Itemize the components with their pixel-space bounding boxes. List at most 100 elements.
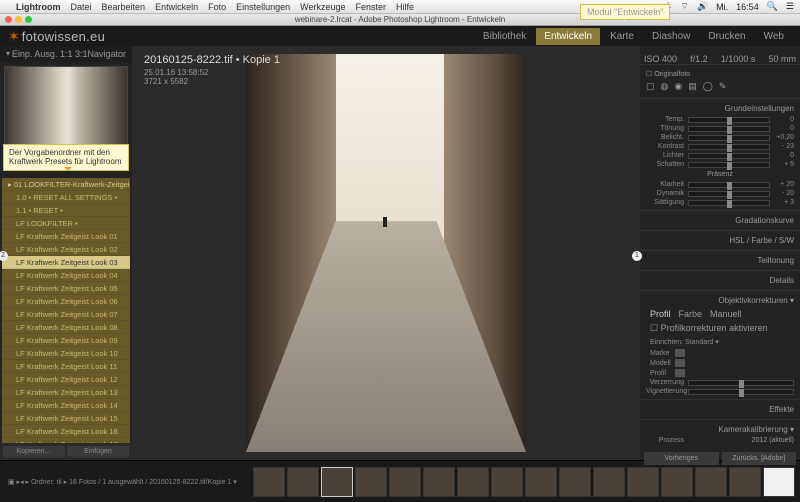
left-panel: ▾ Navigator Einp. Ausg. 1:1 3:1 Der Vorg… bbox=[0, 46, 132, 460]
minimize-icon[interactable] bbox=[15, 16, 22, 23]
preset-item[interactable]: LF Kraftwerk Zeitgeist Look 13 bbox=[2, 386, 130, 399]
filmstrip-thumb[interactable] bbox=[355, 467, 387, 497]
preset-item[interactable]: LF Kraftwerk Zeitgeist Look 04 bbox=[2, 269, 130, 282]
notif-icon[interactable]: ☰ bbox=[786, 1, 794, 12]
filmstrip-thumb[interactable] bbox=[457, 467, 489, 497]
redeye-tool-icon[interactable]: ◉ bbox=[674, 81, 682, 92]
reset-button[interactable]: Zurücks. [Adobe] bbox=[722, 452, 797, 465]
image-date: 25.01.16 13:58:52 bbox=[144, 68, 280, 77]
preset-item[interactable]: LF Kraftwerk Zeitgeist Look 14 bbox=[2, 399, 130, 412]
preset-item[interactable]: 1.1 • RESET • bbox=[2, 204, 130, 217]
menu-photo[interactable]: Foto bbox=[208, 2, 226, 12]
menu-tools[interactable]: Werkzeuge bbox=[300, 2, 345, 12]
module-print[interactable]: Drucken bbox=[700, 28, 753, 45]
crop-tool-icon[interactable]: ▢ bbox=[646, 81, 655, 92]
effects-panel[interactable]: Effekte bbox=[646, 403, 794, 416]
split-panel[interactable]: Teiltonung bbox=[646, 254, 794, 267]
filmstrip-thumb[interactable] bbox=[423, 467, 455, 497]
module-map[interactable]: Karte bbox=[602, 28, 642, 45]
gradient-tool-icon[interactable]: ▤ bbox=[688, 81, 697, 92]
clock-day: Mi. bbox=[716, 2, 728, 12]
filmstrip-thumb[interactable] bbox=[763, 467, 795, 497]
module-picker: Bibliothek Entwickeln Karte Diashow Druc… bbox=[475, 28, 792, 45]
filmstrip-thumb[interactable] bbox=[695, 467, 727, 497]
filmstrip-thumb[interactable] bbox=[593, 467, 625, 497]
menu-help[interactable]: Hilfe bbox=[396, 2, 414, 12]
preset-item[interactable]: LF Kraftwerk Zeitgeist Look 06 bbox=[2, 295, 130, 308]
preset-item[interactable]: LF Kraftwerk Zeitgeist Look 03 bbox=[2, 256, 130, 269]
slider[interactable] bbox=[688, 117, 770, 123]
preset-item[interactable]: LF Kraftwerk Zeitgeist Look 08 bbox=[2, 321, 130, 334]
module-slideshow[interactable]: Diashow bbox=[644, 28, 698, 45]
menu-settings[interactable]: Einstellungen bbox=[236, 2, 290, 12]
brush-tool-icon[interactable]: ✎ bbox=[719, 81, 727, 92]
tonecurve-panel[interactable]: Gradationskurve bbox=[646, 214, 794, 227]
paste-button[interactable]: Einfügen bbox=[67, 446, 129, 457]
close-icon[interactable] bbox=[5, 16, 12, 23]
filmstrip: ▣ ▸◂ ▸ Ordner: til ▸ 16 Fotos / 1 ausgew… bbox=[0, 460, 800, 502]
filmstrip-thumb[interactable] bbox=[525, 467, 557, 497]
slider[interactable] bbox=[688, 126, 770, 132]
slider[interactable] bbox=[688, 153, 770, 159]
window-titlebar: webinare-2.lrcat - Adobe Photoshop Light… bbox=[0, 14, 800, 26]
preset-item[interactable]: LF Kraftwerk Zeitgeist Look 15 bbox=[2, 412, 130, 425]
module-develop[interactable]: Entwickeln bbox=[536, 28, 600, 45]
filmstrip-info[interactable]: ▣ ▸◂ ▸ Ordner: til ▸ 16 Fotos / 1 ausgew… bbox=[4, 478, 241, 486]
spot-tool-icon[interactable]: ◍ bbox=[661, 81, 669, 92]
filmstrip-thumb[interactable] bbox=[253, 467, 285, 497]
navigator-preview[interactable]: Der Vorgabenordner mit den Kraftwerk Pre… bbox=[4, 66, 128, 170]
slider[interactable] bbox=[688, 191, 770, 197]
preset-item[interactable]: LF Kraftwerk Zeitgeist Look 11 bbox=[2, 360, 130, 373]
preset-item[interactable]: LF Kraftwerk Zeitgeist Look 02 bbox=[2, 243, 130, 256]
menu-app[interactable]: Lightroom bbox=[16, 2, 61, 12]
navigator-zoom[interactable]: Einp. Ausg. 1:1 3:1 bbox=[12, 49, 88, 59]
canvas[interactable]: 20160125-8222.tif • Kopie 1 25.01.16 13:… bbox=[132, 46, 640, 460]
slider[interactable] bbox=[688, 135, 770, 141]
slider[interactable] bbox=[688, 182, 770, 188]
previous-button[interactable]: Vorheriges bbox=[644, 452, 719, 465]
brand-name: fotowissen.eu bbox=[22, 29, 105, 44]
preset-item[interactable]: LF LOOKFILTER • bbox=[2, 217, 130, 230]
original-checkbox[interactable]: ☐ bbox=[646, 71, 654, 78]
vignette-slider[interactable] bbox=[688, 389, 794, 395]
bt-icon[interactable]: ⌔ bbox=[680, 1, 688, 12]
menu-file[interactable]: Datei bbox=[71, 2, 92, 12]
filmstrip-thumb[interactable] bbox=[559, 467, 591, 497]
filmstrip-thumb[interactable] bbox=[491, 467, 523, 497]
preset-item[interactable]: LF Kraftwerk Zeitgeist Look 12 bbox=[2, 373, 130, 386]
slider[interactable] bbox=[688, 162, 770, 168]
menu-edit[interactable]: Bearbeiten bbox=[102, 2, 146, 12]
navigator-header[interactable]: ▾ Navigator Einp. Ausg. 1:1 3:1 bbox=[0, 46, 132, 62]
filmstrip-thumb[interactable] bbox=[627, 467, 659, 497]
menu-window[interactable]: Fenster bbox=[356, 2, 387, 12]
maximize-icon[interactable] bbox=[25, 16, 32, 23]
preset-item[interactable]: LF Kraftwerk Zeitgeist Look 07 bbox=[2, 308, 130, 321]
menu-develop[interactable]: Entwickeln bbox=[155, 2, 198, 12]
radial-tool-icon[interactable]: ◯ bbox=[703, 81, 713, 92]
preset-item[interactable]: LF Kraftwerk Zeitgeist Look 05 bbox=[2, 282, 130, 295]
mac-menubar: Lightroom Datei Bearbeiten Entwickeln Fo… bbox=[0, 0, 800, 14]
filmstrip-thumb[interactable] bbox=[389, 467, 421, 497]
slider[interactable] bbox=[688, 200, 770, 206]
lens-enable-checkbox[interactable]: ☐ bbox=[650, 323, 661, 333]
volume-icon[interactable]: 🔊 bbox=[697, 1, 708, 12]
preset-item[interactable]: ▸ 01 LOOKFILTER-Kraftwerk-Zeitgeist bbox=[2, 178, 130, 191]
filmstrip-thumb[interactable] bbox=[661, 467, 693, 497]
module-web[interactable]: Web bbox=[756, 28, 792, 45]
copy-button[interactable]: Kopieren… bbox=[3, 446, 65, 457]
preset-item[interactable]: 1.0 • RESET ALL SETTINGS • bbox=[2, 191, 130, 204]
distortion-slider[interactable] bbox=[688, 380, 794, 386]
slider[interactable] bbox=[688, 144, 770, 150]
filmstrip-thumb[interactable] bbox=[321, 467, 353, 497]
detail-panel[interactable]: Details bbox=[646, 274, 794, 287]
basic-title[interactable]: Grundeinstellungen bbox=[646, 102, 794, 115]
filmstrip-thumb[interactable] bbox=[287, 467, 319, 497]
preset-item[interactable]: LF Kraftwerk Zeitgeist Look 01 bbox=[2, 230, 130, 243]
spotlight-icon[interactable]: 🔍 bbox=[767, 1, 778, 12]
filmstrip-thumb[interactable] bbox=[729, 467, 761, 497]
module-library[interactable]: Bibliothek bbox=[475, 28, 534, 45]
preset-item[interactable]: LF Kraftwerk Zeitgeist Look 09 bbox=[2, 334, 130, 347]
preset-item[interactable]: LF Kraftwerk Zeitgeist Look 10 bbox=[2, 347, 130, 360]
hsl-panel[interactable]: HSL / Farbe / S/W bbox=[646, 234, 794, 247]
preset-item[interactable]: LF Kraftwerk Zeitgeist Look 16 bbox=[2, 425, 130, 438]
